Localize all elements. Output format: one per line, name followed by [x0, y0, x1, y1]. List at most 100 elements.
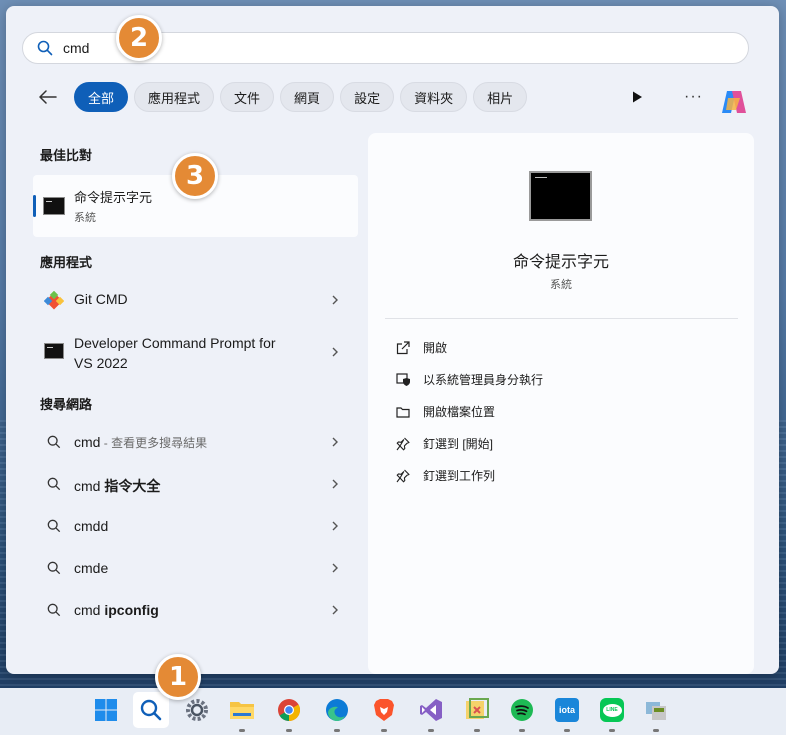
running-indicator [334, 729, 340, 732]
web-result-suffix: - 查看更多搜尋結果 [100, 436, 208, 450]
chevron-right-icon [332, 295, 338, 305]
best-match-heading: 最佳比對 [40, 148, 93, 163]
back-button[interactable] [34, 83, 62, 111]
line-label: LINE [602, 703, 622, 717]
play-icon[interactable] [630, 90, 644, 104]
web-result-label: cmd - 查看更多搜尋結果 [74, 434, 207, 451]
filter-photos[interactable]: 相片 [473, 82, 528, 112]
line-icon[interactable]: LINE [598, 696, 626, 724]
folder-icon [396, 406, 410, 418]
search-icon [47, 435, 61, 449]
more-options-icon[interactable]: ··· [684, 88, 703, 106]
spotify-icon[interactable] [508, 696, 536, 724]
app-item-developer-command-prompt[interactable]: Developer Command Prompt for VS 2022 [33, 330, 358, 374]
chevron-right-icon [332, 563, 338, 573]
web-search-heading: 搜尋網路 [40, 397, 93, 412]
web-result-suggestion: 指令大全 [104, 478, 161, 494]
web-result-label: cmdd [74, 518, 109, 534]
web-result-label: cmd ipconfig [74, 602, 159, 618]
web-result-item[interactable]: cmd ipconfig [33, 597, 358, 623]
running-indicator [653, 729, 659, 732]
apps-heading: 應用程式 [40, 255, 93, 270]
chrome-icon[interactable] [275, 696, 303, 724]
search-icon[interactable] [133, 692, 169, 728]
search-icon [47, 561, 61, 575]
step-badge-3: 3 [172, 153, 218, 199]
action-label: 開啟檔案位置 [423, 405, 496, 419]
action-pin-to-start[interactable]: 釘選到 [開始] [396, 435, 493, 452]
search-icon [47, 519, 61, 533]
action-run-as-admin[interactable]: 以系統管理員身分執行 [396, 371, 543, 388]
app-item-label: Git CMD [74, 291, 128, 307]
visual-studio-icon[interactable] [417, 696, 445, 724]
file-explorer-icon[interactable] [228, 696, 256, 724]
chevron-right-icon [332, 479, 338, 489]
running-indicator [609, 729, 615, 732]
terminal-icon [529, 171, 592, 221]
web-result-suggestion: ipconfig [104, 602, 159, 618]
step-badge-2: 2 [116, 15, 162, 61]
copilot-icon[interactable] [718, 86, 750, 118]
running-indicator [519, 729, 525, 732]
divider [385, 318, 738, 319]
action-label: 以系統管理員身分執行 [423, 373, 544, 387]
app-item-label: Developer Command Prompt for VS 2022 [74, 333, 276, 373]
running-indicator [474, 729, 480, 732]
running-indicator [286, 729, 292, 732]
taskbar: iota LINE [0, 688, 786, 735]
search-icon [37, 40, 53, 56]
web-result-item[interactable]: cmde [33, 555, 358, 581]
search-icon [47, 477, 61, 491]
action-label: 釘選到 [開始] [423, 437, 494, 451]
web-result-item[interactable]: cmd 指令大全 [33, 471, 358, 497]
action-label: 釘選到工作列 [423, 469, 496, 483]
action-label: 開啟 [423, 341, 448, 355]
iota-icon[interactable]: iota [553, 696, 581, 724]
shield-icon [396, 372, 410, 386]
action-open[interactable]: 開啟 [396, 339, 447, 356]
pin-icon [396, 469, 410, 482]
chevron-right-icon [332, 347, 338, 357]
edge-icon[interactable] [323, 696, 351, 724]
filter-all[interactable]: 全部 [74, 82, 129, 112]
best-match-subtitle: 系統 [74, 212, 96, 224]
windows-start-icon[interactable] [92, 696, 120, 724]
search-icon [47, 603, 61, 617]
selection-indicator [33, 195, 36, 217]
filter-web[interactable]: 網頁 [280, 82, 335, 112]
web-result-query: cmd [74, 434, 101, 450]
app-item-label-line1: Developer Command Prompt for [74, 335, 276, 351]
filter-documents[interactable]: 文件 [220, 82, 275, 112]
pin-icon [396, 437, 410, 450]
preview-pane: 命令提示字元 系統 開啟 以系統管理員身分執行 開啟檔案位置 釘選到 [開始] … [368, 133, 754, 674]
web-result-query: cmd [74, 478, 105, 494]
web-result-label: cmde [74, 560, 109, 576]
terminal-icon [43, 197, 65, 215]
action-open-file-location[interactable]: 開啟檔案位置 [396, 403, 495, 420]
terminal-icon [44, 343, 64, 359]
web-result-label: cmd 指令大全 [74, 476, 160, 496]
preview-subtitle: 系統 [550, 279, 572, 291]
filter-apps[interactable]: 應用程式 [134, 82, 215, 112]
chevron-right-icon [332, 437, 338, 447]
filter-bar: 全部 應用程式 文件 網頁 設定 資料夾 相片 [34, 82, 533, 112]
app-installer-icon[interactable] [642, 696, 670, 724]
filter-folders[interactable]: 資料夾 [400, 82, 468, 112]
action-pin-to-taskbar[interactable]: 釘選到工作列 [396, 467, 495, 484]
open-external-icon [396, 340, 410, 354]
web-result-query: cmd [74, 602, 105, 618]
app-item-git-cmd[interactable]: Git CMD [33, 286, 358, 314]
filter-settings[interactable]: 設定 [340, 82, 395, 112]
git-icon [44, 291, 64, 310]
web-result-item[interactable]: cmdd [33, 513, 358, 539]
web-result-item[interactable]: cmd - 查看更多搜尋結果 [33, 429, 358, 455]
chevron-right-icon [332, 521, 338, 531]
brave-icon[interactable] [370, 696, 398, 724]
iota-label: iota [555, 698, 579, 722]
app-icon[interactable] [463, 696, 491, 724]
running-indicator [428, 729, 434, 732]
step-badge-1: 1 [155, 654, 201, 700]
settings-icon[interactable] [183, 696, 211, 724]
app-item-label-line2: VS 2022 [74, 355, 128, 371]
preview-title: 命令提示字元 [512, 254, 609, 271]
